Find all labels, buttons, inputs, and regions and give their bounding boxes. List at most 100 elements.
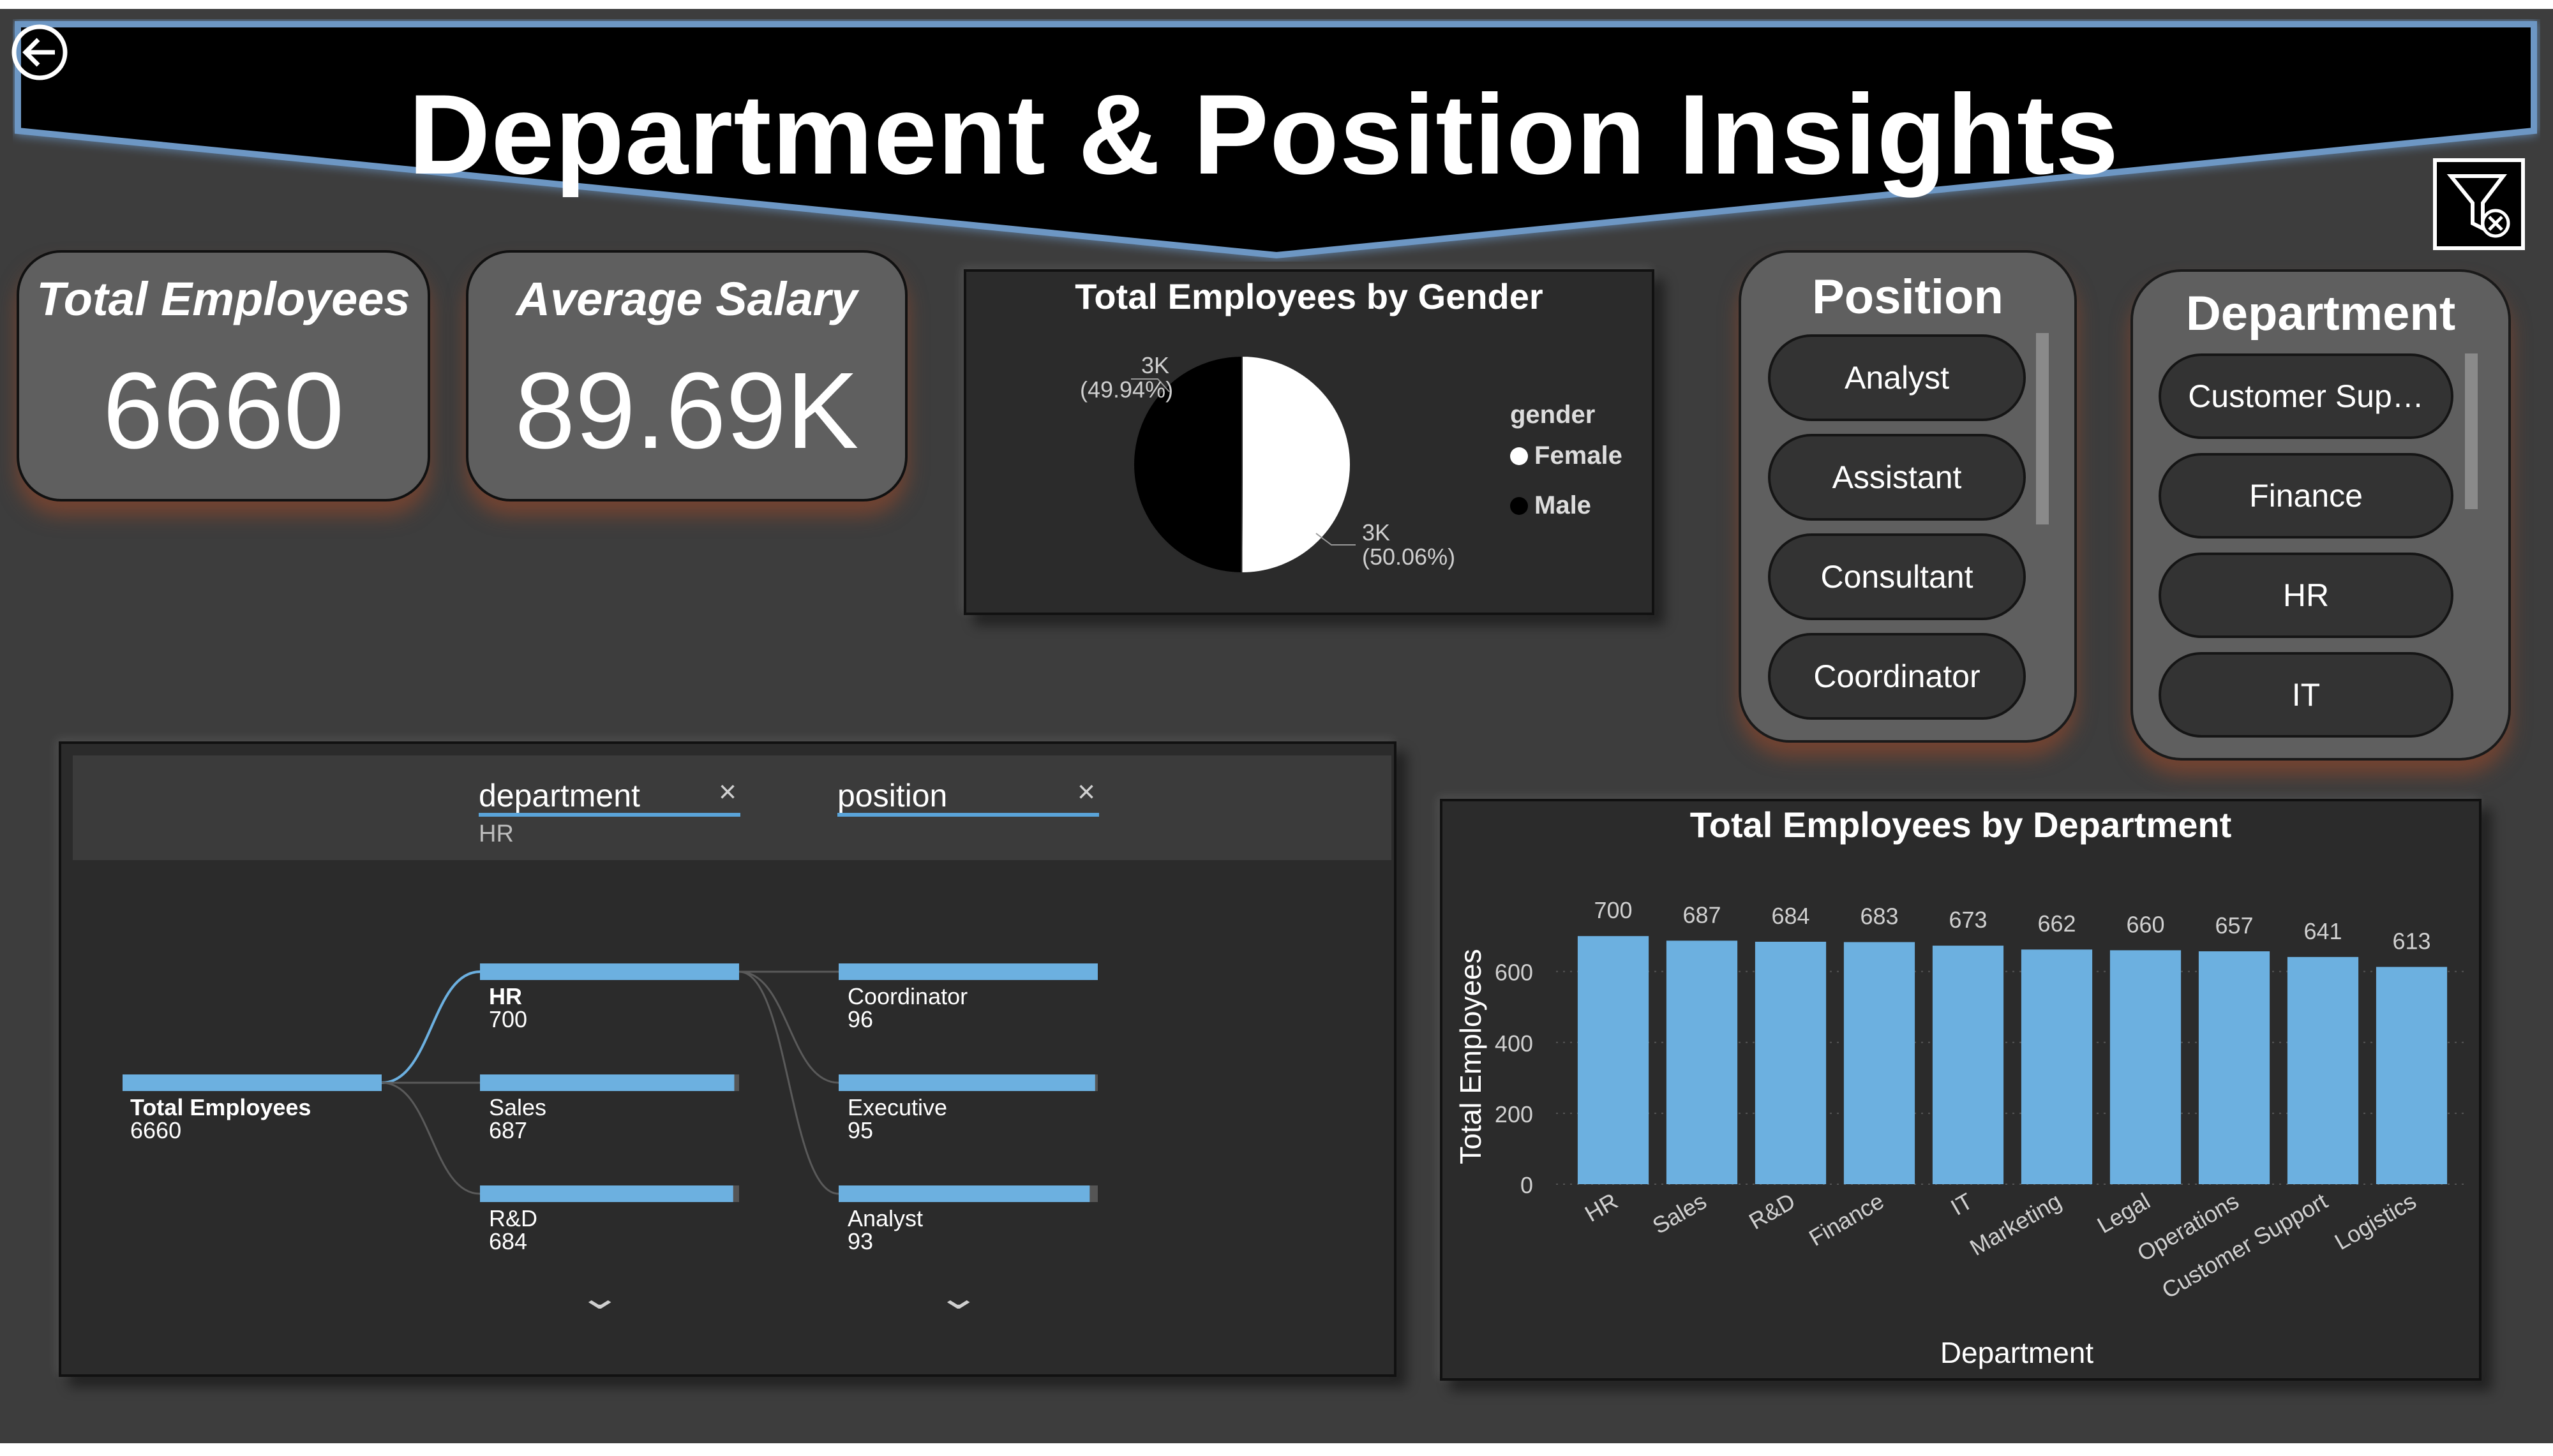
- slicer-scrollbar[interactable]: [2465, 353, 2478, 509]
- tree-bar-level1: [480, 1185, 733, 1202]
- slicer-item-finance[interactable]: Finance: [2159, 453, 2453, 539]
- node-value: 684: [489, 1228, 528, 1254]
- y-tick-label: 600: [1495, 960, 1533, 986]
- node-label: Sales: [489, 1094, 547, 1120]
- tree-node-hr[interactable]: HR 700: [489, 985, 527, 1031]
- bar-it: [1932, 946, 2004, 1184]
- dashboard-canvas: Department & Position Insights Total Emp…: [0, 0, 2553, 1456]
- y-tick-label: 0: [1520, 1172, 1533, 1198]
- tree-node-coordinator[interactable]: Coordinator 96: [848, 985, 968, 1031]
- clear-filters-button[interactable]: [2433, 158, 2525, 250]
- x-tick-label: HR: [1580, 1187, 1622, 1227]
- tree-connector: [738, 970, 839, 1084]
- node-label: Coordinator: [848, 983, 968, 1009]
- x-tick-label: Sales: [1648, 1187, 1711, 1239]
- bottom-border: [0, 1443, 2553, 1456]
- data-label: 673: [1949, 907, 1987, 933]
- node-value: 96: [848, 1006, 874, 1032]
- kpi-value: 89.69K: [514, 350, 859, 472]
- bar-finance: [1843, 942, 1915, 1184]
- bar-marketing: [2021, 949, 2093, 1184]
- clear-filter-icon: [2446, 174, 2510, 238]
- tree-node-analyst[interactable]: Analyst 93: [848, 1207, 923, 1253]
- bar-operations: [2198, 951, 2270, 1184]
- kpi-value: 6660: [102, 350, 345, 472]
- y-tick-label: 400: [1495, 1030, 1533, 1057]
- x-tick-label: Logistics: [2330, 1187, 2421, 1255]
- tree-connector: [381, 1081, 481, 1195]
- gender-pie-panel: Total Employees by Gender gender Female …: [964, 269, 1654, 615]
- data-label-female: 3K (50.06%): [1362, 521, 1455, 569]
- legend-label: Female: [1534, 442, 1622, 470]
- tree-bar-level2: [839, 1185, 1090, 1202]
- data-label: 687: [1682, 902, 1721, 928]
- kpi-label: Average Salary: [516, 272, 858, 325]
- data-label: 660: [2126, 911, 2164, 937]
- data-label: 684: [1771, 903, 1809, 929]
- x-tick-label: R&D: [1744, 1187, 1799, 1235]
- header-banner: Department & Position Insights: [13, 19, 2540, 262]
- bar-customer-support: [2287, 956, 2359, 1184]
- x-axis-label: Department: [1940, 1336, 2094, 1369]
- slicer-item-assistant[interactable]: Assistant: [1768, 434, 2026, 521]
- slicer-item-customer-support[interactable]: Customer Sup…: [2159, 353, 2453, 439]
- data-label-value: 3K: [1362, 519, 1391, 546]
- legend-title: gender: [1510, 401, 1596, 429]
- legend-item-female[interactable]: Female: [1510, 442, 1622, 470]
- page-title: Department & Position Insights: [408, 71, 2120, 198]
- pie-slice-female: [1241, 355, 1351, 574]
- node-label: HR: [489, 983, 522, 1009]
- slicer-item-hr[interactable]: HR: [2159, 553, 2453, 638]
- legend-swatch: [1510, 496, 1528, 515]
- tree-bar-level1: [480, 963, 739, 980]
- slicer-item-coordinator[interactable]: Coordinator: [1768, 633, 2026, 720]
- legend-item-male[interactable]: Male: [1510, 491, 1591, 520]
- top-border: [0, 0, 2553, 9]
- x-tick-label: Marketing: [1965, 1187, 2065, 1261]
- department-bar-chart: 0 200 400 600 Total Employees Department 700 HR…: [1454, 897, 2469, 1369]
- tree-node-executive[interactable]: Executive 95: [848, 1096, 947, 1142]
- tree-connectors: [123, 963, 1098, 1202]
- bar-sales: [1666, 940, 1738, 1184]
- tree-bar-level1: [480, 1074, 735, 1091]
- department-bar-panel: Total Employees by Department 0 200 400 600…: [1440, 799, 2482, 1381]
- kpi-label: Total Employees: [36, 272, 410, 325]
- slicer-scrollbar[interactable]: [2036, 333, 2049, 524]
- data-label-percent: (50.06%): [1362, 544, 1456, 570]
- data-label-male: 3K (49.94%): [1080, 352, 1174, 403]
- node-label: Analyst: [848, 1205, 924, 1231]
- tree-node-sales[interactable]: Sales 687: [489, 1096, 546, 1142]
- bar-hr: [1577, 936, 1649, 1184]
- node-label: Executive: [848, 1094, 948, 1120]
- tree-bar-level2: [839, 963, 1098, 980]
- node-value: 6660: [130, 1117, 182, 1143]
- data-label: 613: [2392, 928, 2430, 954]
- expand-more-position-chevron-icon[interactable]: ⌄: [936, 1279, 981, 1317]
- node-label: Total Employees: [130, 1094, 311, 1120]
- x-tick-label: Customer Support: [2157, 1187, 2332, 1304]
- data-label: 683: [1860, 903, 1898, 930]
- slicer-title: Department: [2185, 286, 2456, 341]
- data-label: 657: [2215, 912, 2253, 939]
- back-button[interactable]: [9, 22, 70, 83]
- slicer-title: Position: [1812, 270, 2003, 324]
- data-label-value: 3K: [1141, 352, 1169, 378]
- bar-legal: [2109, 950, 2182, 1184]
- data-label: 662: [2037, 910, 2076, 937]
- data-label-percent: (49.94%): [1080, 376, 1174, 403]
- legend-label: Male: [1534, 491, 1591, 519]
- slicer-item-consultant[interactable]: Consultant: [1768, 533, 2026, 620]
- bar-r-d: [1755, 942, 1827, 1184]
- tree-bar-root: [123, 1074, 382, 1091]
- tree-node-rnd[interactable]: R&D 684: [489, 1207, 537, 1253]
- y-axis-label: Total Employees: [1454, 949, 1487, 1164]
- slicer-item-analyst[interactable]: Analyst: [1768, 334, 2026, 421]
- slicer-item-it[interactable]: IT: [2159, 652, 2453, 738]
- kpi-card-total-employees: Total Employees 6660: [17, 250, 430, 501]
- y-tick-label: 200: [1495, 1101, 1533, 1127]
- tree-node-root[interactable]: Total Employees 6660: [130, 1096, 311, 1142]
- position-slicer: Position Analyst Assistant Consultant Co…: [1739, 250, 2077, 743]
- node-value: 700: [489, 1006, 528, 1032]
- expand-more-department-chevron-icon[interactable]: ⌄: [578, 1279, 622, 1317]
- tree-bar-level2: [839, 1074, 1095, 1091]
